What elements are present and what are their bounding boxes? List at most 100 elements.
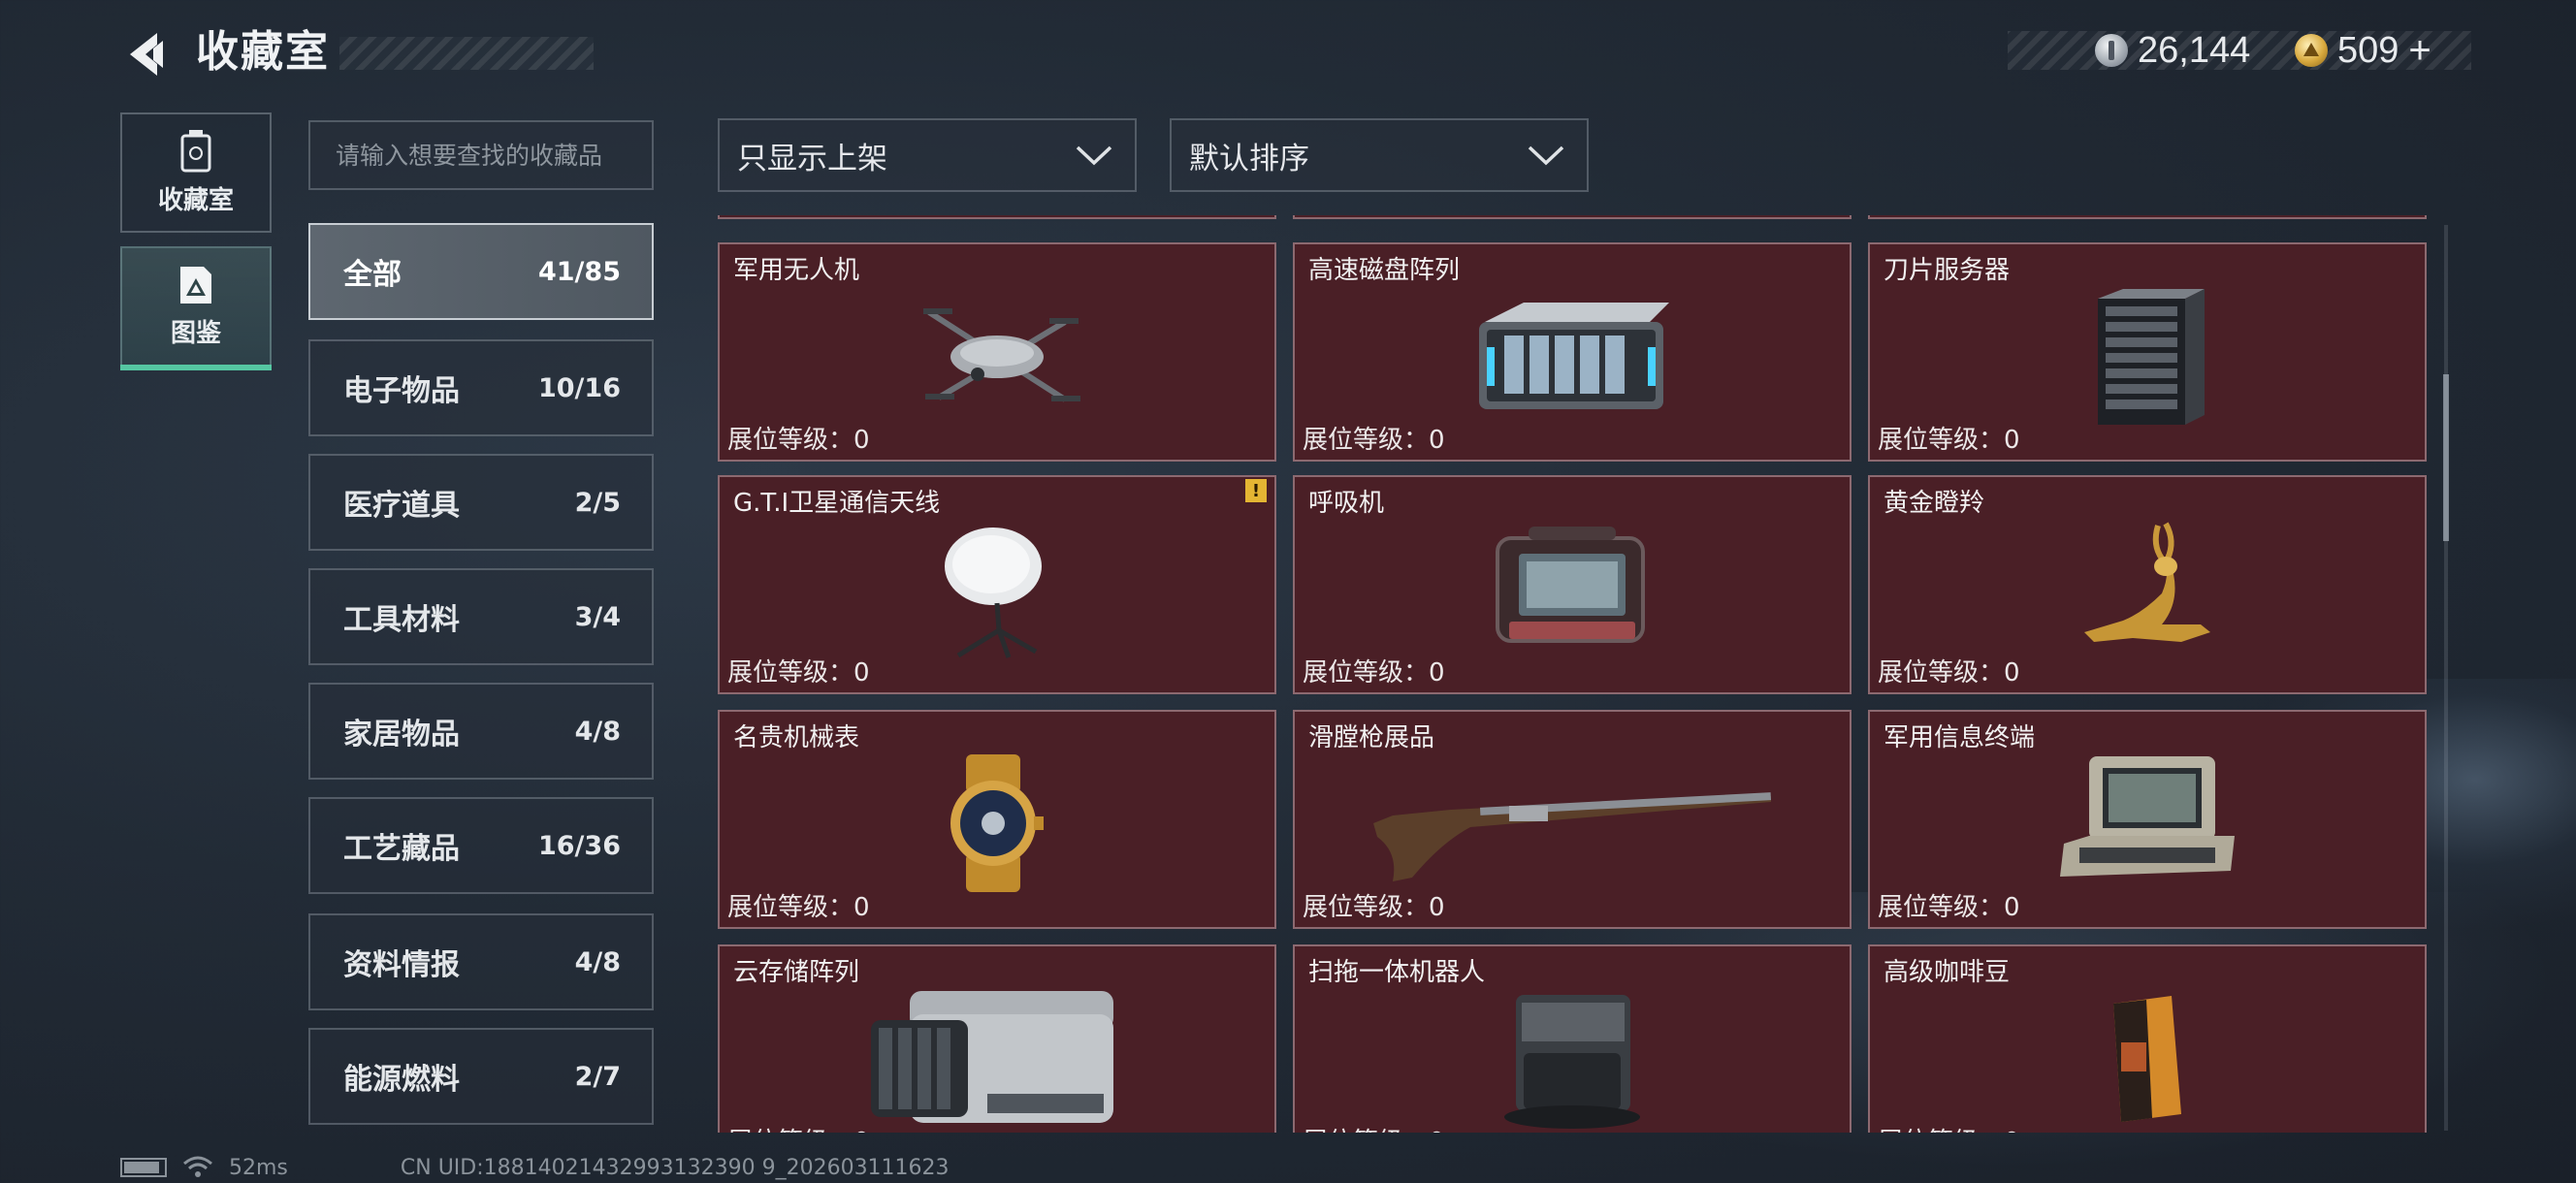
category-medical[interactable]: 医疗道具 2/5	[308, 454, 654, 551]
page-title: 收藏室	[196, 27, 330, 77]
category-name: 全部	[343, 258, 402, 292]
search-input[interactable]	[336, 141, 652, 170]
card-title: 刀片服务器	[1884, 256, 2011, 285]
warning-badge-icon: !	[1245, 479, 1267, 502]
booth-level: 展位等级：0	[727, 658, 870, 687]
category-count: 41/85	[537, 256, 621, 287]
category-energy[interactable]: 能源燃料 2/7	[308, 1028, 654, 1125]
watch-icon	[950, 754, 1044, 892]
nav-label: 收藏室	[157, 185, 234, 215]
card-title: 高级咖啡豆	[1884, 958, 2011, 987]
category-name: 能源燃料	[343, 1063, 460, 1097]
card-title: 高速磁盘阵列	[1308, 256, 1461, 285]
collection-card[interactable]: G.T.I卫星通信天线 ! 展位等级：0	[718, 475, 1276, 694]
uid-text: CN UID:18814021432993132390 9_2026031116…	[400, 1155, 950, 1180]
collection-card[interactable]: 军用信息终端 展位等级：0	[1868, 710, 2427, 929]
booth-level: 展位等级：0	[1303, 1122, 1445, 1133]
gold-coin-icon	[2295, 34, 2328, 67]
chevron-down-icon	[1076, 145, 1112, 166]
musket-icon	[1373, 792, 1772, 881]
back-button[interactable]	[120, 27, 175, 81]
wifi-icon	[183, 1156, 212, 1177]
drone-icon	[923, 308, 1080, 402]
card-title: 呼吸机	[1308, 489, 1385, 518]
battery-icon	[120, 1158, 167, 1177]
booth-level: 展位等级：0	[1303, 893, 1445, 922]
grid-scrollbar-track[interactable]	[2444, 225, 2448, 1131]
search-box[interactable]	[308, 120, 654, 190]
category-intel[interactable]: 资料情报 4/8	[308, 913, 654, 1010]
nav-label: 图鉴	[170, 318, 221, 348]
disk-array-icon	[1479, 303, 1669, 409]
booth-level: 展位等级：0	[1878, 658, 2020, 687]
collection-card[interactable]: 呼吸机 展位等级：0	[1293, 475, 1852, 694]
category-name: 医疗道具	[343, 489, 460, 523]
sort-dropdown[interactable]: 默认排序	[1170, 118, 1589, 192]
category-name: 家居物品	[343, 718, 460, 751]
booth-level: 展位等级：0	[1878, 426, 2020, 455]
category-crafts[interactable]: 工艺藏品 16/36	[308, 797, 654, 894]
card-title: 名贵机械表	[733, 723, 860, 752]
category-all[interactable]: 全部 41/85	[308, 223, 654, 320]
category-tools[interactable]: 工具材料 3/4	[308, 568, 654, 665]
chevron-down-icon	[1528, 145, 1564, 166]
coffee-bag-icon	[2113, 996, 2181, 1122]
collection-card[interactable]: 云存储阵列 展位等级：0	[718, 944, 1276, 1133]
category-name: 资料情报	[343, 948, 460, 982]
booth-level: 展位等级：0	[727, 893, 870, 922]
booth-level: 展位等级：0	[1878, 893, 2020, 922]
card-title: 黄金瞪羚	[1884, 489, 1985, 518]
category-electronics[interactable]: 电子物品 10/16	[308, 339, 654, 436]
card-title: 滑膛枪展品	[1308, 723, 1435, 752]
dropdown-value: 只显示上架	[737, 141, 887, 176]
category-count: 2/7	[574, 1061, 621, 1092]
collection-card[interactable]: 军用无人机 展位等级：0	[718, 242, 1276, 462]
category-household[interactable]: 家居物品 4/8	[308, 683, 654, 780]
collection-card[interactable]: 高级咖啡豆 展位等级：0	[1868, 944, 2427, 1133]
collection-grid[interactable]: 军用无人机 展位等级：0 高速磁盘阵列 展位等级：0 刀片服务器 展位等级：0 …	[718, 215, 2431, 1133]
category-name: 工艺藏品	[343, 832, 460, 866]
silver-amount: 26,144	[2138, 29, 2251, 71]
collection-card[interactable]: 刀片服务器 展位等级：0	[1868, 242, 2427, 462]
category-count: 3/4	[574, 601, 621, 632]
header: 收藏室 26,144 509 +	[0, 0, 2576, 107]
robot-vacuum-icon	[1504, 995, 1640, 1129]
booth-level: 展位等级：0	[1303, 426, 1445, 455]
collection-card[interactable]: 高速磁盘阵列 展位等级：0	[1293, 242, 1852, 462]
collection-card[interactable]: 黄金瞪羚 展位等级：0	[1868, 475, 2427, 694]
nav-codex[interactable]: 图鉴	[120, 246, 272, 370]
collection-card[interactable]: 名贵机械表 展位等级：0	[718, 710, 1276, 929]
server-icon	[2098, 289, 2205, 425]
category-count: 10/16	[537, 372, 621, 403]
storage-array-icon	[871, 991, 1113, 1123]
card-partial	[1868, 215, 2427, 219]
category-count: 4/8	[574, 946, 621, 977]
booth-level: 展位等级：0	[727, 1122, 870, 1133]
category-count: 16/36	[537, 830, 621, 861]
card-title: G.T.I卫星通信天线	[733, 489, 941, 518]
booth-level: 展位等级：0	[1878, 1122, 2020, 1133]
card-title: 扫拖一体机器人	[1308, 958, 1486, 987]
back-arrow-icon	[130, 33, 163, 76]
codex-icon	[180, 266, 211, 304]
title-decoration	[339, 37, 594, 70]
gold-currency[interactable]: 509 +	[2295, 29, 2431, 72]
collection-card[interactable]: 扫拖一体机器人 展位等级：0	[1293, 944, 1852, 1133]
add-currency-button[interactable]: +	[2408, 29, 2431, 73]
category-name: 电子物品	[343, 374, 460, 408]
gold-amount: 509	[2337, 29, 2399, 71]
terminal-case-icon	[2060, 756, 2235, 877]
card-partial	[1293, 215, 1852, 219]
category-count: 2/5	[574, 487, 621, 518]
listing-filter-dropdown[interactable]: 只显示上架	[718, 118, 1137, 192]
trash-bin-icon	[180, 129, 211, 172]
category-name: 工具材料	[343, 603, 460, 637]
status-bar: 52ms CN UID:18814021432993132390 9_20260…	[120, 1154, 950, 1181]
collection-card[interactable]: 滑膛枪展品 展位等级：0	[1293, 710, 1852, 929]
ping-value: 52ms	[229, 1155, 288, 1180]
card-title: 军用无人机	[733, 256, 860, 285]
booth-level: 展位等级：0	[727, 426, 870, 455]
dropdown-value: 默认排序	[1189, 141, 1309, 176]
grid-scrollbar-thumb[interactable]	[2443, 374, 2449, 541]
nav-collection-room[interactable]: 收藏室	[120, 112, 272, 233]
